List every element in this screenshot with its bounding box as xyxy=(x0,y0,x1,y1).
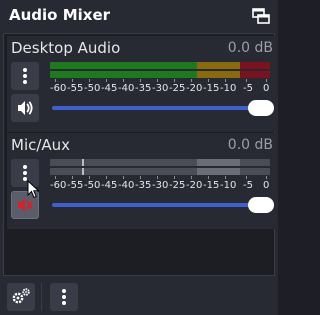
mixer-toolbar xyxy=(0,276,278,315)
scale-label: -10 xyxy=(220,83,237,94)
dock-title-bar[interactable]: Audio Mixer xyxy=(0,0,278,34)
scale-label: -5 xyxy=(243,180,253,191)
scale-label: -15 xyxy=(203,180,220,191)
mixer-menu-button[interactable] xyxy=(50,283,78,311)
channel-db-level: 0.0 dB xyxy=(227,40,273,56)
volume-meter-right xyxy=(50,168,270,175)
volume-meter-right xyxy=(50,71,270,78)
scale-label: -20 xyxy=(186,180,203,191)
volume-meter-left xyxy=(50,62,270,69)
speaker-muted-icon xyxy=(12,198,38,222)
toolbar-divider xyxy=(41,283,42,311)
volume-slider-handle[interactable] xyxy=(248,197,274,213)
meter-scale: -60 -55 -50 -45 -40 -35 -30 -25 -20 -15 … xyxy=(47,79,273,95)
advanced-audio-properties-button[interactable] xyxy=(7,283,35,311)
scale-label: -30 xyxy=(152,180,169,191)
scale-label: 0 xyxy=(263,83,270,94)
scale-label: 0 xyxy=(263,180,270,191)
volume-meter-left xyxy=(50,159,270,166)
mute-button[interactable] xyxy=(11,94,39,122)
mixer-channel-list[interactable]: Desktop Audio 0.0 dB -60 -55 -50 -45 -40… xyxy=(3,33,277,276)
speaker-icon xyxy=(11,101,39,126)
scale-label: -30 xyxy=(152,83,169,94)
volume-slider-track[interactable] xyxy=(52,106,270,110)
channel-desktop-audio: Desktop Audio 0.0 dB -60 -55 -50 -45 -40… xyxy=(7,36,277,132)
scale-label: -45 xyxy=(101,180,118,191)
scale-label: -55 xyxy=(67,83,84,94)
scale-label: -10 xyxy=(220,180,237,191)
scale-label: -60 xyxy=(50,180,67,191)
scale-label: -5 xyxy=(243,83,253,94)
meter-scale: -60 -55 -50 -45 -40 -35 -30 -25 -20 -15 … xyxy=(47,176,273,192)
scale-label: -50 xyxy=(84,83,101,94)
scale-label: -45 xyxy=(101,83,118,94)
channel-name: Desktop Audio xyxy=(11,39,121,57)
mouse-pointer-icon xyxy=(27,179,41,200)
scale-label: -60 xyxy=(50,83,67,94)
scale-label: -50 xyxy=(84,180,101,191)
scale-label: -35 xyxy=(135,180,152,191)
channel-name: Mic/Aux xyxy=(11,136,71,154)
scale-label: -40 xyxy=(118,83,135,94)
scale-label: -25 xyxy=(169,83,186,94)
channel-menu-button[interactable] xyxy=(11,62,39,90)
scale-label: -35 xyxy=(135,83,152,94)
scale-label: -15 xyxy=(203,83,220,94)
scale-label: -20 xyxy=(186,83,203,94)
volume-slider-track[interactable] xyxy=(52,203,270,207)
audio-mixer-dock: Audio Mixer Desktop Audio 0.0 dB -60 -55… xyxy=(0,0,278,315)
scale-label: -25 xyxy=(169,180,186,191)
scale-label: -55 xyxy=(67,180,84,191)
channel-db-level: 0.0 dB xyxy=(227,137,273,153)
gear-icon xyxy=(7,288,35,315)
undock-window-icon[interactable] xyxy=(252,8,270,24)
channel-mic-aux: Mic/Aux 0.0 dB -60 -55 -50 -45 -40 -35 -… xyxy=(7,133,277,229)
dock-title: Audio Mixer xyxy=(9,6,111,24)
volume-slider-handle[interactable] xyxy=(248,100,274,116)
scale-label: -40 xyxy=(118,180,135,191)
